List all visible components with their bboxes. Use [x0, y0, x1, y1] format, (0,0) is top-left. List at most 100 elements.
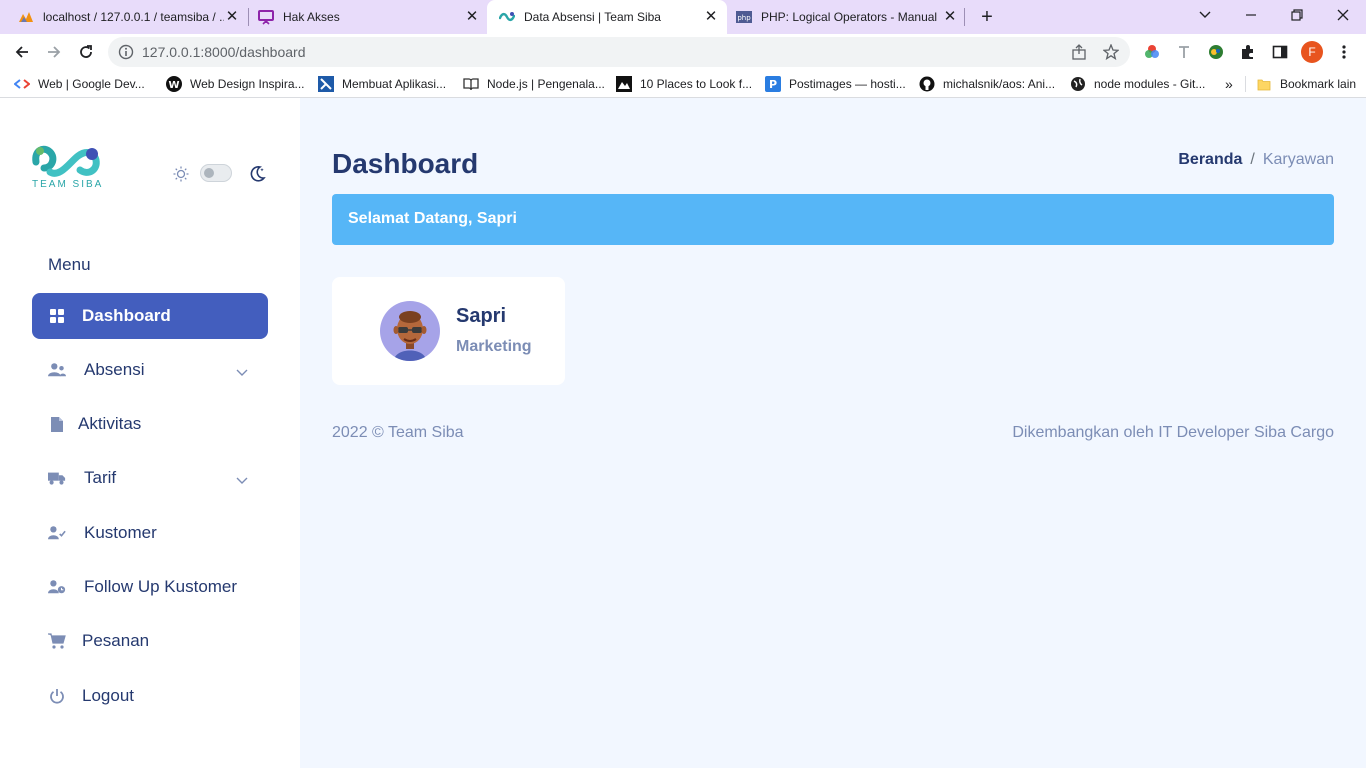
close-tab-icon[interactable]: ✕	[703, 9, 719, 25]
kebab-menu-icon[interactable]	[1334, 42, 1354, 62]
extensions-puzzle-icon[interactable]	[1238, 42, 1258, 62]
back-button[interactable]	[8, 38, 36, 66]
svg-text:P: P	[769, 78, 777, 91]
tab-php-manual[interactable]: php PHP: Logical Operators - Manual ✕	[718, 0, 966, 34]
bookmarks-divider	[1245, 76, 1246, 92]
sidebar-item-label: Kustomer	[84, 523, 157, 542]
reload-button[interactable]	[72, 38, 100, 66]
site-info-icon[interactable]	[118, 44, 134, 60]
footer-credit: Dikembangkan oleh IT Developer Siba Carg…	[1012, 424, 1334, 441]
bookmark-label: Web Design Inspira...	[190, 77, 305, 91]
color-picker-extension-icon[interactable]	[1142, 42, 1162, 62]
share-icon[interactable]	[1071, 44, 1087, 60]
bookmark-item[interactable]: michalsnik/aos: Ani...	[919, 75, 1055, 93]
php-icon: php	[736, 9, 752, 25]
moon-icon	[248, 165, 266, 188]
avatar	[380, 301, 440, 361]
sidebar-item-dashboard[interactable]: Dashboard	[32, 293, 268, 339]
sidebar-item-label: Follow Up Kustomer	[84, 577, 238, 596]
minimize-button[interactable]	[1228, 0, 1274, 30]
bookmark-star-icon[interactable]	[1102, 43, 1120, 61]
svg-text:php: php	[737, 14, 751, 22]
main-content: Dashboard Beranda / Karyawan Selamat Dat…	[300, 98, 1366, 768]
postimages-icon: P	[765, 76, 781, 92]
tab-hak-akses[interactable]: Hak Akses ✕	[240, 0, 488, 34]
sidebar-item-label: Logout	[82, 686, 134, 705]
address-bar[interactable]: 127.0.0.1:8000/dashboard	[108, 37, 1130, 67]
restore-button[interactable]	[1274, 0, 1320, 30]
sidebar-item-kustomer[interactable]: Kustomer	[32, 510, 268, 556]
forward-button[interactable]	[40, 38, 68, 66]
chevron-down-icon	[236, 363, 248, 376]
bookmark-label: Membuat Aplikasi...	[342, 77, 447, 91]
bookmark-item[interactable]: Node.js | Pengenala...	[463, 75, 605, 93]
close-tab-icon[interactable]: ✕	[942, 9, 958, 25]
cart-icon	[48, 632, 66, 650]
welcome-text: Selamat Datang, Sapri	[348, 210, 517, 227]
sidebar-item-aktivitas[interactable]: Aktivitas	[32, 401, 268, 447]
sidebar-item-label: Aktivitas	[78, 414, 142, 433]
dark-mode-switch[interactable]	[200, 164, 232, 182]
tab-title: Hak Akses	[283, 10, 340, 24]
w-logo-icon: W	[166, 76, 182, 92]
close-tab-icon[interactable]: ✕	[464, 9, 480, 25]
browser-tabstrip: localhost / 127.0.0.1 / teamsiba / ... ✕…	[0, 0, 1366, 34]
sidebar-item-follow-up-kustomer[interactable]: Follow Up Kustomer	[32, 564, 268, 610]
sidebar: TEAM SIBA Menu Dashboard Absensi Aktivit…	[0, 98, 300, 768]
side-panel-icon[interactable]	[1270, 42, 1290, 62]
presentation-icon	[258, 9, 274, 25]
url-text: 127.0.0.1:8000/dashboard	[142, 44, 306, 60]
user-check-icon	[48, 524, 66, 542]
bookmark-label: Postimages — hosti...	[789, 77, 906, 91]
sidebar-item-tarif[interactable]: Tarif	[32, 455, 268, 501]
tab-search-icon[interactable]	[1182, 0, 1228, 30]
chevron-down-icon	[236, 471, 248, 484]
mountain-icon	[616, 76, 632, 92]
other-bookmarks-folder[interactable]: Bookmark lain	[1256, 75, 1356, 93]
page-title: Dashboard	[332, 148, 479, 179]
breadcrumb-separator: /	[1250, 151, 1255, 168]
bookmark-item[interactable]: node modules - Git...	[1070, 75, 1205, 93]
sun-icon	[172, 165, 190, 188]
bookmark-label: Bookmark lain	[1280, 77, 1357, 91]
user-group-icon	[48, 361, 66, 379]
sidebar-item-pesanan[interactable]: Pesanan	[32, 618, 268, 664]
theme-toggle	[170, 162, 270, 184]
logo-text: TEAM SIBA	[32, 179, 104, 190]
breadcrumb-home-link[interactable]: Beranda	[1178, 151, 1242, 169]
more-bookmarks-button[interactable]: »	[1225, 75, 1233, 93]
globe-icon	[1070, 76, 1086, 92]
sidebar-item-absensi[interactable]: Absensi	[32, 347, 268, 393]
tab-phpmyadmin[interactable]: localhost / 127.0.0.1 / teamsiba / ... ✕	[0, 0, 248, 34]
bookmark-item[interactable]: Web | Google Dev...	[14, 75, 145, 93]
user-clock-icon	[48, 578, 66, 596]
font-extension-icon[interactable]	[1174, 42, 1194, 62]
sidebar-item-logout[interactable]: Logout	[32, 673, 268, 719]
sidebar-item-label: Dashboard	[82, 306, 171, 325]
new-tab-button[interactable]: +	[976, 6, 998, 28]
profile-avatar[interactable]: F	[1301, 41, 1323, 63]
close-tab-icon[interactable]: ✕	[224, 9, 240, 25]
sidebar-item-label: Tarif	[84, 468, 117, 487]
book-icon	[463, 76, 479, 92]
user-profile-card: Sapri Marketing	[332, 277, 565, 385]
bookmark-item[interactable]: Membuat Aplikasi...	[318, 75, 446, 93]
bookmark-item[interactable]: 10 Places to Look f...	[616, 75, 752, 93]
bookmark-item[interactable]: W Web Design Inspira...	[166, 75, 305, 93]
svg-text:W: W	[168, 80, 179, 91]
user-role: Marketing	[456, 338, 532, 355]
google-dev-icon	[14, 76, 30, 92]
tab-title: PHP: Logical Operators - Manual	[761, 10, 938, 24]
grid-icon	[48, 307, 66, 325]
app-icon	[318, 76, 334, 92]
close-window-button[interactable]	[1320, 0, 1366, 30]
team-siba-icon	[499, 9, 515, 25]
vpn-extension-icon[interactable]	[1206, 42, 1226, 62]
user-name: Sapri	[456, 305, 507, 327]
browser-toolbar: 127.0.0.1:8000/dashboard F	[0, 34, 1366, 70]
bookmarks-bar: Web | Google Dev... W Web Design Inspira…	[0, 70, 1366, 98]
bookmark-item[interactable]: P Postimages — hosti...	[765, 75, 906, 93]
tab-data-absensi[interactable]: Data Absensi | Team Siba ✕	[487, 0, 727, 34]
sidebar-item-label: Absensi	[84, 360, 145, 379]
truck-icon	[48, 469, 66, 487]
